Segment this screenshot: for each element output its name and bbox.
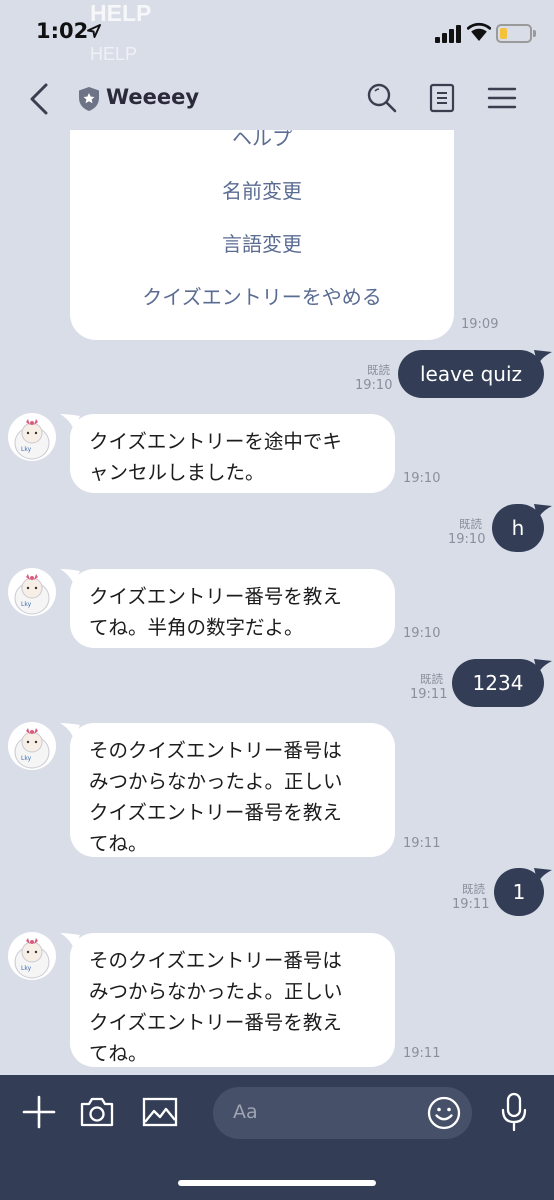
bubble-tail [534, 659, 552, 675]
menu-icon[interactable] [486, 82, 518, 114]
message-time: 19:09 [461, 317, 499, 332]
bubble-tail [534, 868, 552, 884]
battery-level [500, 28, 507, 39]
cellular-signal-icon [435, 25, 461, 43]
message-time: 19:10 [403, 626, 441, 641]
message-time: 19:11 [410, 687, 448, 702]
bot-avatar-icon: Lky [14, 728, 50, 769]
message-input-placeholder: Aa [233, 1101, 258, 1123]
message-line: クイズエントリー番号を教え [89, 801, 342, 824]
outgoing-message[interactable]: leave quiz [398, 350, 544, 398]
message-line: てね。 [89, 1042, 148, 1065]
message-list[interactable]: ヘルプ 名前変更 言語変更 クイズエントリーをやめる 19:09 既読 19:1… [0, 130, 554, 1075]
menu-item-quit-quiz-entry[interactable]: クイズエントリーをやめる [70, 281, 454, 310]
chat-header: Weeeey [0, 66, 554, 130]
message-time: 19:11 [403, 836, 441, 851]
location-arrow-icon [87, 24, 101, 38]
incoming-message[interactable]: そのクイズエントリー番号は みつからなかったよ。正しい クイズエントリー番号を教… [70, 723, 395, 857]
avatar[interactable]: Lky [8, 413, 56, 461]
message-line: そのクイズエントリー番号は [89, 739, 342, 762]
message-line: クイズエントリーを途中でキ [89, 430, 342, 453]
ghost-help-text-secondary: HELP [90, 44, 138, 64]
home-indicator[interactable] [178, 1180, 376, 1186]
chevron-left-icon[interactable] [26, 82, 54, 116]
message-time: 19:10 [448, 532, 486, 547]
incoming-message[interactable]: クイズエントリー番号を教え てね。半角の数字だよ。 [70, 569, 395, 648]
notes-icon[interactable] [426, 82, 458, 114]
svg-text:Lky: Lky [21, 601, 32, 608]
message-input[interactable]: Aa [213, 1087, 472, 1139]
bot-avatar-icon: Lky [14, 419, 50, 460]
search-icon[interactable] [366, 82, 398, 114]
incoming-message[interactable]: そのクイズエントリー番号は みつからなかったよ。正しい クイズエントリー番号を教… [70, 933, 395, 1067]
svg-text:Lky: Lky [21, 755, 32, 762]
status-time: 1:02 [36, 19, 89, 43]
image-icon[interactable] [142, 1096, 178, 1128]
message-time: 19:10 [403, 471, 441, 486]
message-time: 19:11 [403, 1046, 441, 1061]
camera-icon[interactable] [79, 1096, 115, 1128]
svg-text:Lky: Lky [21, 446, 32, 453]
message-line: クイズエントリー番号を教え [89, 1011, 342, 1034]
menu-item-rename[interactable]: 名前変更 [70, 175, 454, 204]
message-line: みつからなかったよ。正しい [89, 980, 343, 1003]
read-receipt: 既読 [367, 363, 390, 377]
plus-icon[interactable] [22, 1095, 56, 1129]
menu-item-help[interactable]: ヘルプ [70, 130, 454, 151]
message-line: みつからなかったよ。正しい [89, 770, 343, 793]
avatar[interactable]: Lky [8, 568, 56, 616]
bubble-tail [534, 350, 552, 366]
message-line: てね。 [89, 832, 148, 855]
message-line: そのクイズエントリー番号は [89, 949, 342, 972]
svg-text:Lky: Lky [21, 965, 32, 972]
chat-title[interactable]: Weeeey [106, 85, 199, 109]
shield-star-icon [79, 87, 99, 111]
read-receipt: 既読 [459, 517, 482, 531]
message-line: ャンセルしました。 [89, 461, 265, 484]
bubble-tail [534, 504, 552, 520]
quick-reply-menu: ヘルプ 名前変更 言語変更 クイズエントリーをやめる [70, 130, 454, 340]
battery-cap [533, 30, 536, 37]
bot-avatar-icon: Lky [14, 574, 50, 615]
read-receipt: 既読 [420, 672, 443, 686]
battery-icon [496, 24, 532, 43]
message-line: てね。半角の数字だよ。 [89, 616, 304, 639]
message-line: クイズエントリー番号を教え [89, 585, 342, 608]
avatar[interactable]: Lky [8, 932, 56, 980]
status-bar: HELP HELP 1:02 [0, 0, 554, 66]
incoming-message[interactable]: クイズエントリーを途中でキ ャンセルしました。 [70, 414, 395, 493]
read-receipt: 既読 [462, 882, 485, 896]
message-time: 19:10 [355, 378, 393, 393]
microphone-icon[interactable] [500, 1092, 528, 1132]
avatar[interactable]: Lky [8, 722, 56, 770]
menu-item-language[interactable]: 言語変更 [70, 228, 454, 257]
wifi-icon [467, 22, 491, 41]
bot-avatar-icon: Lky [14, 938, 50, 979]
outgoing-message[interactable]: 1234 [452, 659, 544, 707]
message-time: 19:11 [452, 897, 490, 912]
emoji-icon[interactable] [427, 1096, 461, 1130]
